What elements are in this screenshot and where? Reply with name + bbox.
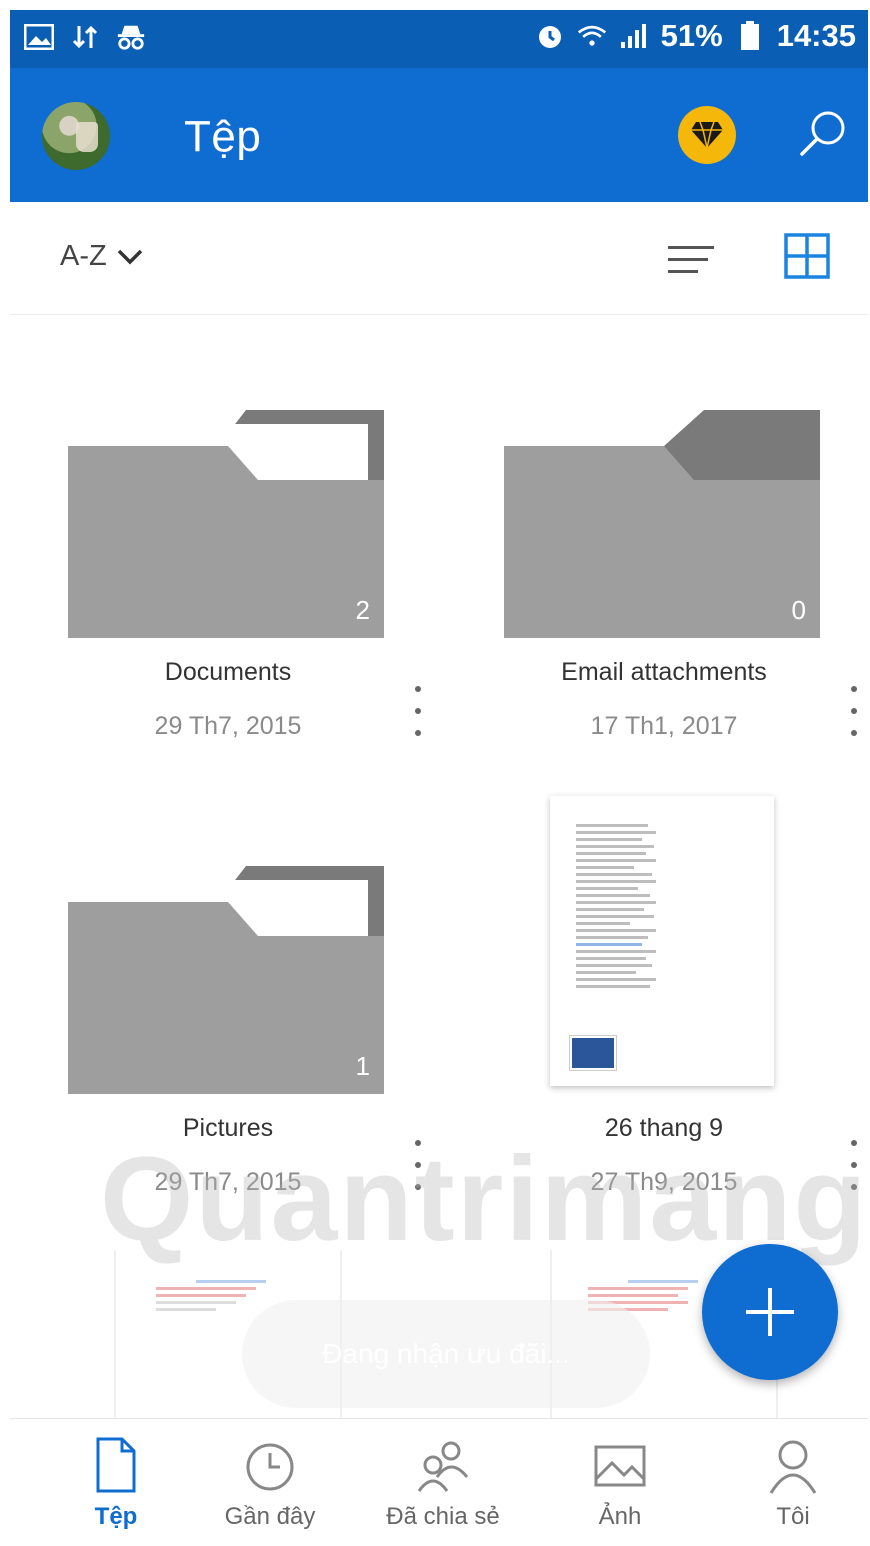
gallery-notification-icon — [24, 22, 54, 52]
premium-diamond-button[interactable] — [678, 106, 736, 164]
file-icon — [86, 1435, 146, 1495]
alarm-icon — [535, 21, 565, 51]
item-name: Documents — [164, 658, 292, 686]
status-system: 51% 14:35 — [535, 18, 856, 54]
folder-tile[interactable]: 0 Email attachments 17 Th1, 2017 — [484, 410, 844, 740]
document-preview — [576, 824, 656, 992]
nav-label: Tôi — [776, 1503, 810, 1530]
nav-label: Ảnh — [598, 1503, 642, 1530]
word-icon — [570, 1036, 616, 1070]
list-view-button[interactable] — [666, 240, 718, 280]
incognito-icon — [116, 22, 146, 52]
item-count: 0 — [791, 595, 806, 625]
item-date: 29 Th7, 2015 — [154, 712, 302, 740]
item-count: 2 — [355, 595, 370, 625]
sort-bar: A-Z — [10, 202, 868, 315]
nav-photos[interactable]: Ảnh — [570, 1435, 670, 1531]
app-bar: Tệp — [10, 68, 868, 202]
page-title: Tệp — [184, 112, 262, 161]
search-icon — [800, 111, 845, 156]
chevron-down-icon — [117, 249, 142, 264]
item-count: 1 — [355, 1051, 370, 1081]
bottom-navigation: Tệp Gần đây Đã chia sẻ Ảnh Tôi — [10, 1418, 868, 1546]
loading-toast: Đang nhận ưu đãi... — [242, 1300, 650, 1408]
item-date: 17 Th1, 2017 — [590, 712, 738, 740]
folder-icon: 0 — [504, 410, 820, 638]
avatar[interactable] — [42, 102, 110, 170]
folder-tile[interactable]: 2 Documents 29 Th7, 2015 — [48, 410, 408, 740]
sort-label: A-Z — [60, 240, 107, 272]
more-options-button[interactable] — [844, 686, 864, 736]
search-button[interactable] — [796, 106, 852, 162]
item-name: Email attachments — [561, 658, 767, 686]
folder-icon: 2 — [68, 410, 384, 638]
status-bar: 51% 14:35 — [10, 10, 868, 68]
nav-label: Gần đây — [224, 1503, 316, 1530]
folder-tile[interactable]: 1 Pictures 29 Th7, 2015 — [48, 866, 408, 1196]
clock-icon — [240, 1435, 300, 1495]
list-view-icon — [668, 246, 714, 273]
nav-files[interactable]: Tệp — [56, 1435, 176, 1531]
document-thumbnail[interactable] — [550, 796, 774, 1086]
app-frame: 51% 14:35 Tệp A-Z 2 Documents 29 Th7, 20… — [10, 10, 868, 1546]
nav-label: Đã chia sẻ — [386, 1503, 500, 1530]
nav-shared[interactable]: Đã chia sẻ — [368, 1435, 518, 1531]
grid-view-button[interactable] — [783, 232, 831, 280]
nav-label: Tệp — [94, 1503, 138, 1530]
status-notifications — [24, 22, 146, 52]
wifi-icon — [577, 21, 607, 51]
folder-icon: 1 — [68, 866, 384, 1094]
battery-percent: 51% — [660, 18, 723, 53]
nav-recent[interactable]: Gần đây — [208, 1435, 332, 1531]
image-icon — [590, 1435, 650, 1495]
data-transfer-icon — [70, 22, 100, 52]
battery-icon — [735, 21, 765, 51]
more-options-button[interactable] — [408, 686, 428, 736]
grid-view-icon — [784, 233, 830, 279]
people-icon — [413, 1435, 473, 1495]
person-icon — [763, 1435, 823, 1495]
sort-dropdown[interactable]: A-Z — [60, 240, 143, 273]
nav-me[interactable]: Tôi — [748, 1435, 838, 1531]
add-button[interactable] — [702, 1244, 838, 1380]
clock-time: 14:35 — [776, 18, 856, 53]
signal-icon — [619, 21, 649, 51]
diamond-icon — [691, 121, 723, 149]
